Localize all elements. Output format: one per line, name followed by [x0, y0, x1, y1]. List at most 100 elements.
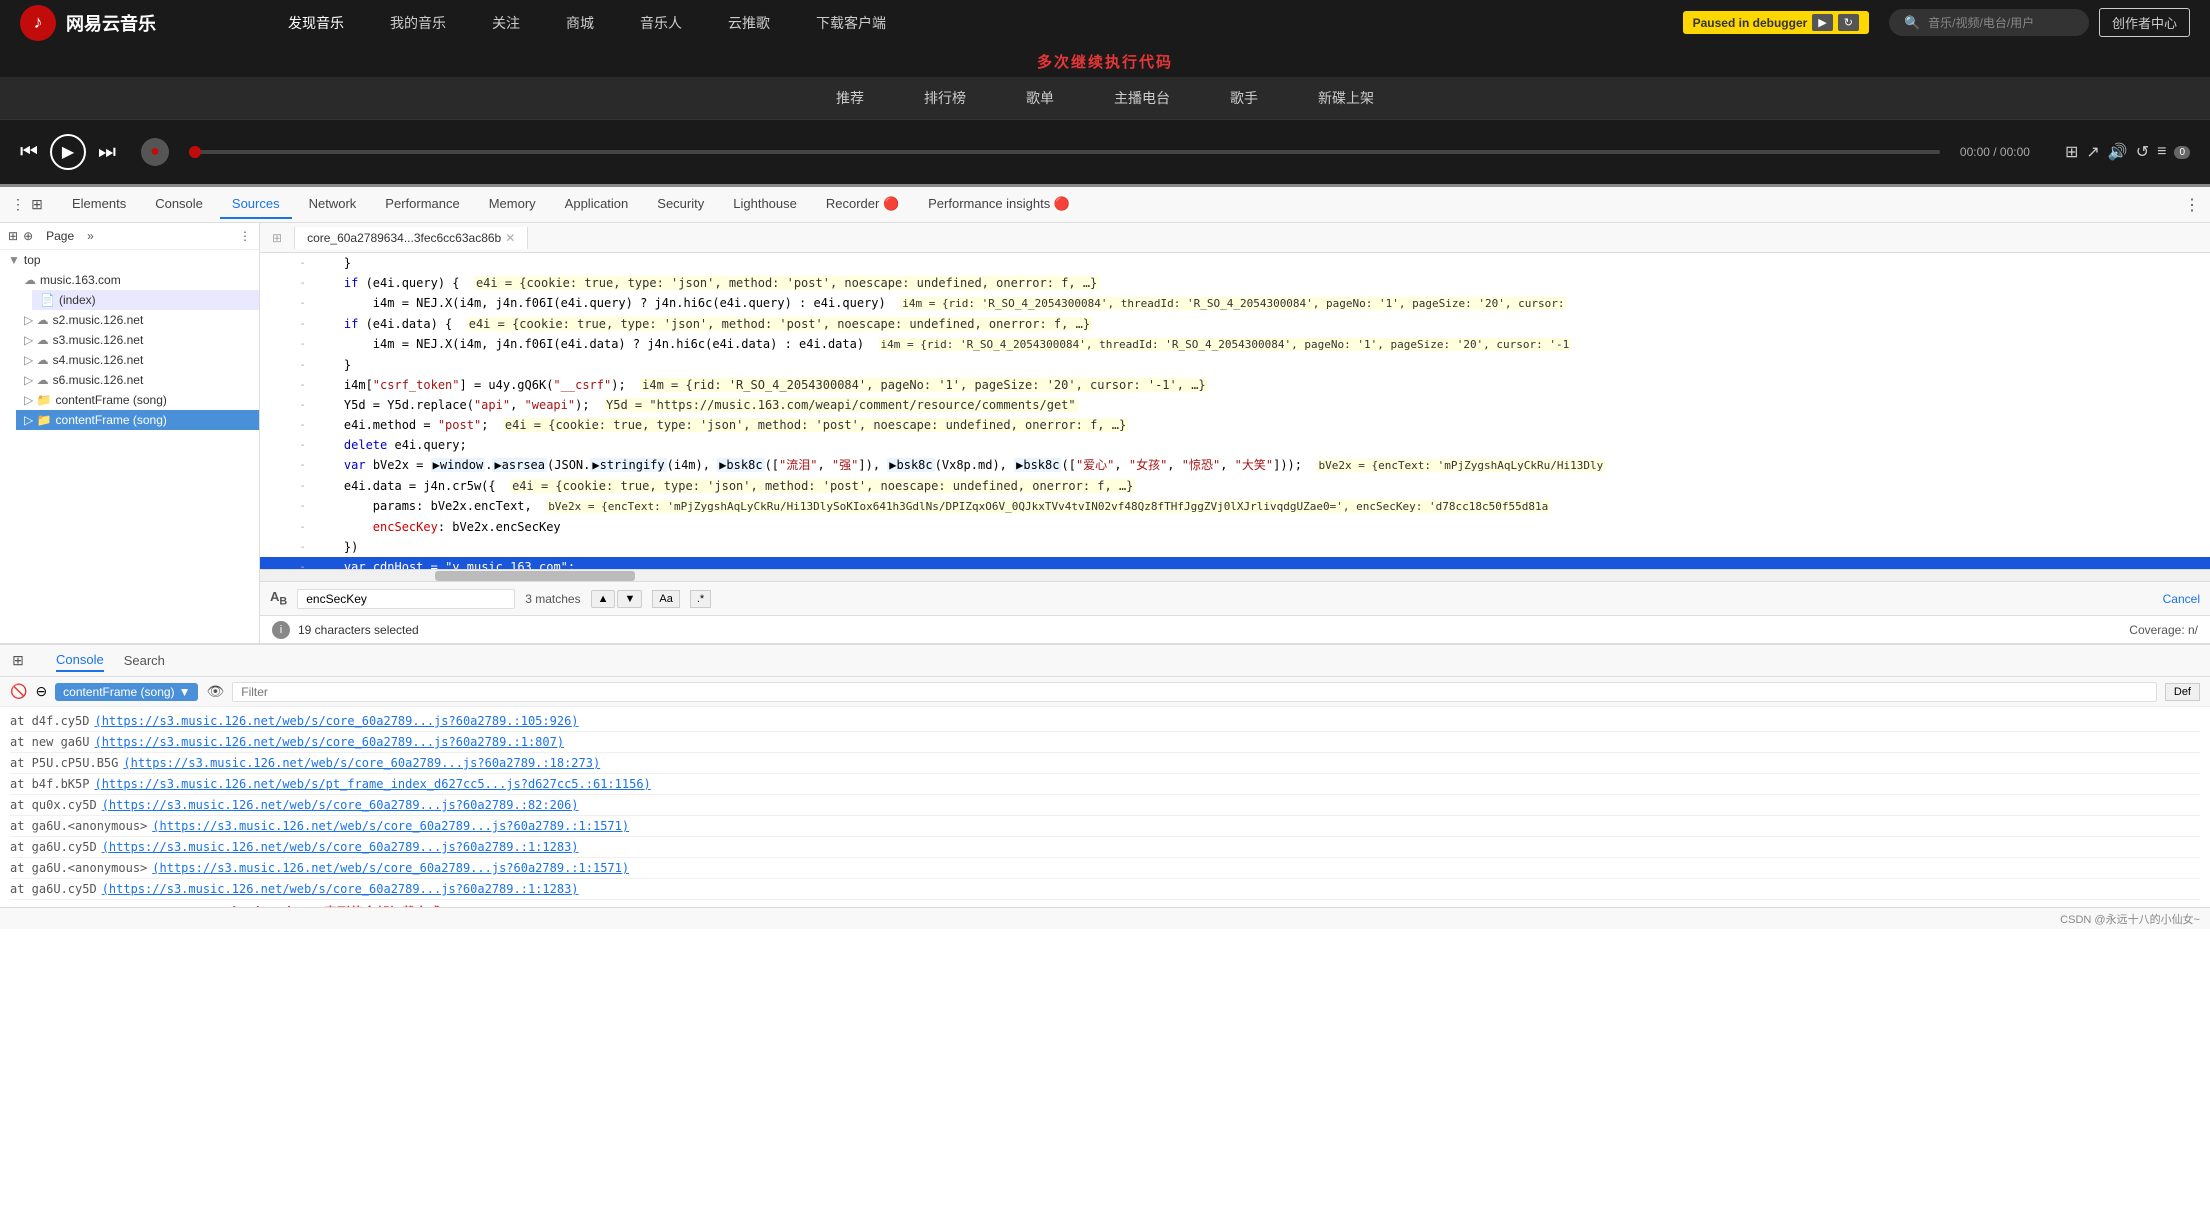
sec-nav-new[interactable]: 新碟上架	[1318, 84, 1374, 112]
sec-nav-radio[interactable]: 主播电台	[1114, 84, 1170, 112]
context-label: contentFrame (song)	[63, 685, 174, 699]
file-icon-index: 📄	[40, 293, 55, 307]
code-line-11: - encSecKey: bVe2x.encSecKey	[260, 517, 2210, 537]
tab-sources[interactable]: Sources	[220, 190, 292, 219]
more-icon[interactable]: ⋮	[239, 229, 251, 243]
aa-btn[interactable]: Aa	[652, 590, 679, 608]
code-line-3: - if (e4i.data) { e4i = {cookie: true, t…	[260, 314, 2210, 334]
next-match-btn[interactable]: ▼	[617, 590, 642, 608]
tree-item-cf2[interactable]: ▷ 📁 contentFrame (song)	[16, 410, 259, 430]
file-tree-panel: ⊞ ⊕ Page » ⋮ ▼ top ☁ music.163.com 📄 (in…	[0, 223, 260, 643]
nav-shop[interactable]: 商城	[558, 9, 602, 37]
tree-item-cf1[interactable]: ▷ 📁 contentFrame (song)	[16, 390, 259, 410]
code-line-13: - var cdnHost = "y.music.163.com";	[260, 557, 2210, 569]
console-icons: ⊞	[10, 653, 26, 669]
tree-cf2-label: contentFrame (song)	[56, 413, 167, 427]
nav-discover[interactable]: 发现音乐	[280, 9, 352, 37]
grid-icon[interactable]: ⊞	[8, 229, 18, 243]
playlist-icon[interactable]: ≡	[2157, 143, 2166, 161]
nav-recommend[interactable]: 云推歌	[720, 9, 778, 37]
info-icon: i	[272, 621, 290, 639]
tab-perf-insights[interactable]: Performance insights 🔴	[916, 190, 1082, 220]
debugger-resume-btn[interactable]: ▶	[1812, 14, 1832, 31]
chevron-icon[interactable]: »	[87, 229, 94, 243]
console-line-8: at ga6U.<anonymous> (https://s3.music.12…	[10, 858, 2200, 879]
code-line-4: - }	[260, 355, 2210, 375]
regex-btn[interactable]: .*	[690, 590, 711, 608]
quality-icon[interactable]: ⊞	[2065, 142, 2078, 162]
secondary-nav: 推荐 排行榜 歌单 主播电台 歌手 新碟上架	[0, 77, 2210, 119]
tree-item-s3[interactable]: ▷ ☁ s3.music.126.net	[16, 330, 259, 350]
devtools-more-icon[interactable]: ⋮	[2184, 195, 2200, 215]
next-btn[interactable]: ⏭	[98, 141, 116, 164]
console-filter-input[interactable]	[232, 682, 2157, 702]
sec-nav-playlist[interactable]: 歌单	[1026, 84, 1054, 112]
prev-btn[interactable]: ⏮	[20, 141, 38, 164]
tree-item-index[interactable]: 📄 (index)	[32, 290, 259, 310]
tab-memory[interactable]: Memory	[477, 190, 548, 219]
sec-nav-recommend[interactable]: 推荐	[836, 84, 864, 112]
new-tab-btn[interactable]: ⊞	[260, 227, 295, 249]
sec-nav-artist[interactable]: 歌手	[1230, 84, 1258, 112]
tree-item-s4[interactable]: ▷ ☁ s4.music.126.net	[16, 350, 259, 370]
loop-icon[interactable]: ↺	[2136, 142, 2149, 162]
search-input[interactable]	[306, 592, 506, 606]
prev-match-btn[interactable]: ▲	[591, 590, 616, 608]
tab-console[interactable]: Console	[143, 190, 215, 219]
tab-security[interactable]: Security	[645, 190, 716, 219]
tree-item-s2[interactable]: ▷ ☁ s2.music.126.net	[16, 310, 259, 330]
devtools-toggle-icon[interactable]: ⋮	[10, 197, 26, 213]
debugger-step-btn[interactable]: ↻	[1838, 14, 1859, 31]
nav-download[interactable]: 下载客户端	[808, 9, 894, 37]
code-tabs-bar: ⊞ core_60a2789634...3fec6cc63ac86b ✕	[260, 223, 2210, 253]
tree-item-top[interactable]: ▼ top	[0, 250, 259, 270]
console-header-bar: ⊞ Console Search	[0, 645, 2210, 677]
share-icon[interactable]: ↗	[2086, 142, 2099, 162]
tab-lighthouse[interactable]: Lighthouse	[721, 190, 809, 219]
code-file-tab[interactable]: core_60a2789634...3fec6cc63ac86b ✕	[295, 227, 528, 249]
h-scrollbar[interactable]	[260, 569, 2210, 581]
sel-info-bar: i 19 characters selected Coverage: n/	[260, 615, 2210, 643]
console-line-9: at ga6U.cy5D (https://s3.music.126.net/w…	[10, 879, 2200, 900]
creator-center-btn[interactable]: 创作者中心	[2099, 8, 2190, 37]
tab-performance[interactable]: Performance	[373, 190, 471, 219]
folder-icon-cf1: ▷ 📁	[24, 393, 52, 407]
tree-item-music163[interactable]: ☁ music.163.com	[16, 270, 259, 290]
tree-top-label: top	[24, 253, 41, 267]
sec-nav-chart[interactable]: 排行榜	[924, 84, 966, 112]
nav-btns: ▲ ▼	[591, 590, 643, 608]
tab-recorder[interactable]: Recorder 🔴	[814, 190, 911, 220]
nav-follow[interactable]: 关注	[484, 9, 528, 37]
volume-icon[interactable]: 🔊	[2108, 142, 2128, 162]
new-tab-icon[interactable]: ⊕	[23, 229, 33, 243]
subtitle-text: 多次继续执行代码	[1037, 51, 1173, 72]
tab-network[interactable]: Network	[297, 190, 369, 219]
close-tab-icon[interactable]: ✕	[505, 231, 515, 245]
tab-application[interactable]: Application	[553, 190, 641, 219]
album-thumb: ●	[141, 138, 169, 166]
coverage-label: Coverage: n/	[2129, 623, 2198, 637]
play-btn[interactable]: ▶	[50, 134, 86, 170]
dropdown-icon: ▼	[179, 685, 191, 699]
filter-toggle-btn[interactable]: ⊖	[35, 683, 47, 700]
console-container: ⊞ Console Search 🚫 ⊖ contentFrame (song)…	[0, 643, 2210, 907]
console-tab-console[interactable]: Console	[56, 649, 104, 672]
eye-icon[interactable]: 👁	[206, 683, 224, 700]
console-tab-search[interactable]: Search	[124, 650, 165, 671]
context-selector[interactable]: contentFrame (song) ▼	[55, 683, 198, 701]
json-stringify-label: JSON.stringify(i4m)	[22, 905, 159, 907]
progress-bar[interactable]	[189, 150, 1940, 154]
tree-item-s6[interactable]: ▷ ☁ s6.music.126.net	[16, 370, 259, 390]
clear-console-btn[interactable]: 🚫	[10, 683, 27, 700]
search-bar[interactable]: 🔍 音乐/视频/电台/用户	[1889, 9, 2089, 36]
logo-icon: ♪	[20, 5, 56, 41]
devtools-new-tab-icon[interactable]: ⊞	[29, 197, 45, 213]
code-file-name: core_60a2789634...3fec6cc63ac86b	[307, 231, 501, 245]
console-menu-icon[interactable]: ⊞	[10, 653, 26, 669]
nav-musician[interactable]: 音乐人	[632, 9, 690, 37]
cancel-btn[interactable]: Cancel	[2163, 592, 2200, 606]
nav-my-music[interactable]: 我的音乐	[382, 9, 454, 37]
tab-elements[interactable]: Elements	[60, 190, 138, 219]
default-level-btn[interactable]: Def	[2165, 683, 2200, 701]
code-line-2: - if (e4i.query) { e4i = {cookie: true, …	[260, 273, 2210, 293]
